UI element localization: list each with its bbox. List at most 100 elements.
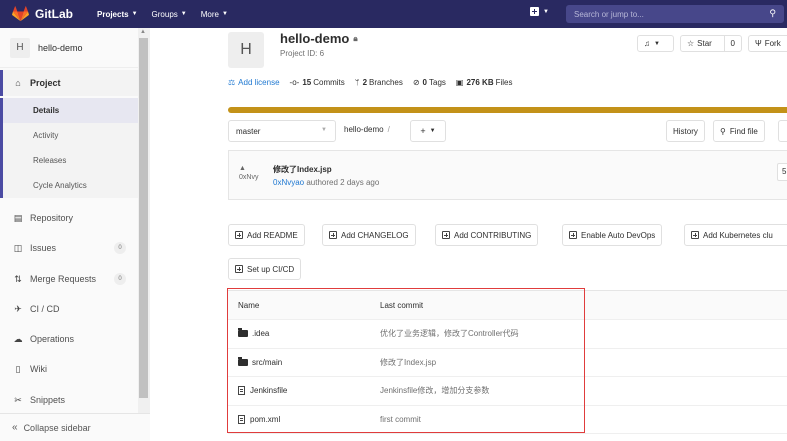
fork-icon: Ψ bbox=[755, 39, 762, 48]
branches-link[interactable]: ᛘ 2 Branches bbox=[355, 78, 403, 87]
history-button[interactable]: History bbox=[666, 120, 705, 142]
sidebar-item-label: Repository bbox=[30, 213, 74, 223]
chevron-down-icon: ▼ bbox=[429, 128, 436, 134]
plus-square-icon bbox=[569, 231, 577, 239]
sidebar-item-ci-cd[interactable]: ✈ CI / CD bbox=[0, 296, 138, 322]
last-commit-cell[interactable]: Jenkinsfile修改，增加分支参数 bbox=[380, 385, 489, 396]
file-icon bbox=[238, 386, 245, 396]
fork-label: Fork bbox=[764, 39, 781, 48]
add-contributing-button[interactable]: Add CONTRIBUTING bbox=[435, 224, 539, 246]
breadcrumb-root[interactable]: hello-demo bbox=[344, 125, 384, 134]
commits-link[interactable]: -o- 15 Commits bbox=[290, 78, 345, 87]
add-changelog-button[interactable]: Add CHANGELOG bbox=[322, 224, 416, 246]
add-readme-button[interactable]: Add README bbox=[228, 224, 305, 246]
commit-time: authored 2 days ago bbox=[306, 178, 380, 187]
tags-label: Tags bbox=[429, 78, 446, 87]
sidebar-sub-activity[interactable]: Activity bbox=[0, 123, 138, 148]
disk-icon: ▣ bbox=[455, 78, 464, 87]
repository-languages-bar bbox=[228, 107, 787, 113]
sidebar-item-repository[interactable]: ▤ Repository bbox=[0, 205, 138, 231]
enable-auto-devops-button[interactable]: Enable Auto DevOps bbox=[562, 224, 663, 246]
commit-icon: -o- bbox=[289, 78, 300, 87]
tags-link[interactable]: ⊘ 0 Tags bbox=[413, 78, 446, 87]
sidebar-sub-cycle-analytics[interactable]: Cycle Analytics bbox=[0, 173, 138, 198]
plus-square-icon bbox=[530, 7, 539, 16]
search-input[interactable]: Search or jump to... ⚲ bbox=[566, 5, 784, 23]
sidebar-project-name: hello-demo bbox=[38, 42, 83, 53]
nav-projects-label: Projects bbox=[97, 9, 129, 19]
branch-name: master bbox=[236, 126, 261, 136]
sidebar-item-issues[interactable]: ◫ Issues 0 bbox=[0, 235, 138, 261]
tags-count: 0 bbox=[422, 78, 427, 87]
project-id: Project ID: 6 bbox=[280, 49, 325, 58]
branch-selector[interactable]: master ▼ bbox=[228, 120, 336, 142]
sidebar-item-snippets[interactable]: ✂ Snippets bbox=[0, 387, 138, 413]
fork-button[interactable]: Ψ Fork bbox=[748, 35, 787, 52]
nav-groups-label: Groups bbox=[151, 9, 178, 19]
file-name-cell[interactable]: src/main bbox=[238, 356, 282, 367]
plus-square-icon bbox=[329, 231, 337, 239]
last-commit-cell[interactable]: first commit bbox=[380, 415, 421, 424]
brand-name: GitLab bbox=[35, 7, 73, 21]
files-link[interactable]: ▣ 276 KB Files bbox=[456, 78, 513, 87]
folder-icon bbox=[238, 356, 248, 366]
commit-author-avatar[interactable]: ▲ 0xNvy bbox=[239, 164, 265, 190]
sidebar-item-merge-requests[interactable]: ⇅ Merge Requests 0 bbox=[0, 266, 138, 292]
sidebar-project-header[interactable]: H hello-demo bbox=[0, 28, 138, 68]
project-title: hello-demo 🔒︎ bbox=[280, 31, 358, 46]
star-count: 0 bbox=[723, 36, 741, 51]
last-commit-cell[interactable]: 修改了Index.jsp bbox=[380, 357, 436, 368]
file-name-cell[interactable]: .idea bbox=[238, 328, 270, 339]
new-item-dropdown[interactable]: ▼ bbox=[530, 7, 549, 16]
collapse-sidebar-button[interactable]: « Collapse sidebar bbox=[0, 413, 150, 441]
table-row[interactable]: .idea 优化了业务逻辑，修改了Controller代码 bbox=[228, 320, 787, 349]
sidebar-scrollbar[interactable]: ▲ bbox=[138, 28, 150, 413]
double-chevron-left-icon: « bbox=[12, 422, 18, 433]
sidebar-scrollbar-thumb[interactable] bbox=[139, 38, 148, 398]
add-kubernetes-label: Add Kubernetes clu bbox=[703, 230, 773, 240]
top-navbar: GitLab Projects ▼ Groups ▼ More ▼ ▼ Sear… bbox=[0, 0, 787, 28]
last-commit-cell[interactable]: 优化了业务逻辑，修改了Controller代码 bbox=[380, 328, 519, 339]
sidebar-item-project[interactable]: ⌂ Project bbox=[0, 70, 138, 96]
file-name: .idea bbox=[252, 329, 270, 339]
gitlab-logo[interactable]: GitLab bbox=[12, 6, 73, 22]
chevron-down-icon: ▼ bbox=[131, 11, 138, 17]
table-row[interactable]: pom.xml first commit bbox=[228, 406, 787, 434]
add-license-label: Add license bbox=[238, 78, 280, 87]
sidebar-item-wiki[interactable]: ▯ Wiki bbox=[0, 356, 138, 382]
file-name-cell[interactable]: pom.xml bbox=[238, 414, 280, 424]
sidebar-item-label: Merge Requests bbox=[30, 274, 97, 284]
add-kubernetes-cluster-button[interactable]: Add Kubernetes clu bbox=[684, 224, 787, 246]
setup-ci-cd-button[interactable]: Set up CI/CD bbox=[228, 258, 302, 280]
scroll-up-arrow-icon[interactable]: ▲ bbox=[140, 29, 146, 35]
issues-icon: ◫ bbox=[13, 242, 23, 253]
chevron-down-icon: ▼ bbox=[654, 40, 660, 47]
file-name-cell[interactable]: Jenkinsfile bbox=[238, 386, 287, 396]
commit-title[interactable]: 修改了Index.jsp bbox=[273, 164, 332, 175]
notification-dropdown[interactable]: ♫ ▼ bbox=[637, 35, 674, 52]
sidebar-sub-details[interactable]: Details bbox=[0, 98, 138, 123]
commit-sha-button[interactable]: 5 bbox=[777, 163, 787, 181]
sidebar-sub-releases[interactable]: Releases bbox=[0, 148, 138, 173]
table-row[interactable]: Jenkinsfile Jenkinsfile修改，增加分支参数 bbox=[228, 377, 787, 406]
nav-groups[interactable]: Groups ▼ bbox=[152, 10, 187, 19]
add-changelog-label: Add CHANGELOG bbox=[341, 230, 409, 240]
nav-projects[interactable]: Projects ▼ bbox=[97, 10, 138, 19]
nav-more[interactable]: More ▼ bbox=[201, 10, 228, 19]
star-button[interactable]: ☆ Star 0 bbox=[680, 35, 742, 52]
sidebar-item-operations[interactable]: ☁ Operations bbox=[0, 326, 138, 352]
table-row[interactable]: src/main 修改了Index.jsp bbox=[228, 349, 787, 377]
sidebar-item-label: Issues bbox=[30, 243, 57, 253]
add-license-link[interactable]: ⚖ Add license bbox=[228, 78, 280, 87]
issues-count-badge: 0 bbox=[114, 242, 126, 254]
more-actions-button[interactable] bbox=[778, 120, 787, 142]
enable-auto-devops-label: Enable Auto DevOps bbox=[581, 230, 656, 240]
find-file-button[interactable]: ⚲ Find file bbox=[713, 120, 765, 142]
project-title-text[interactable]: hello-demo bbox=[280, 31, 349, 46]
plus-square-icon bbox=[235, 231, 243, 239]
commit-author-link[interactable]: 0xNvyao bbox=[273, 178, 304, 187]
add-to-tree-dropdown[interactable]: + ▼ bbox=[410, 120, 446, 142]
lock-icon: 🔒︎ bbox=[353, 33, 358, 43]
home-icon: ⌂ bbox=[15, 78, 21, 88]
tag-icon: ⊘ bbox=[412, 78, 420, 87]
